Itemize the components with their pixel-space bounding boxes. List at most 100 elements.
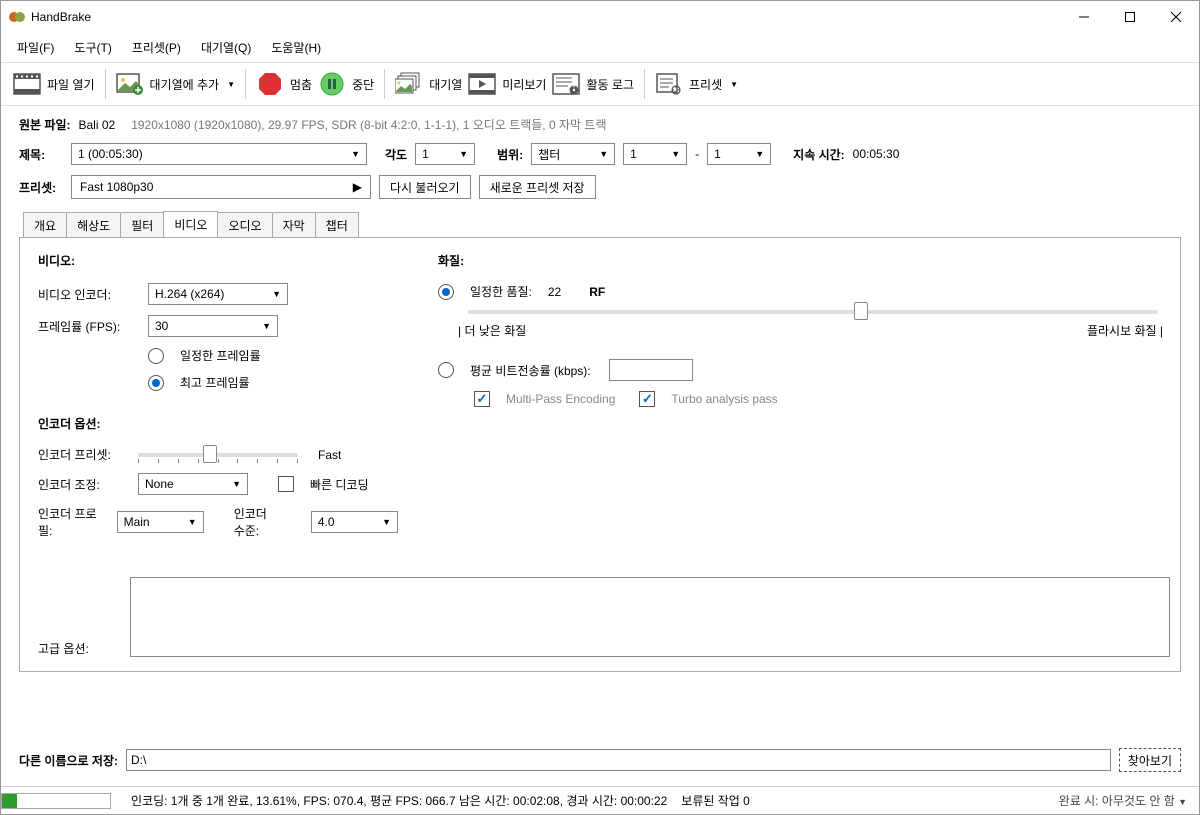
fastdecode-check[interactable] (278, 476, 294, 492)
angle-select[interactable]: 1▼ (415, 143, 475, 165)
save-preset-button[interactable]: 새로운 프리셋 저장 (479, 175, 596, 199)
close-button[interactable] (1153, 1, 1199, 33)
encoder-value: H.264 (x264) (155, 287, 224, 301)
fps-peak-label: 최고 프레임률 (180, 374, 250, 391)
minimize-button[interactable] (1061, 1, 1107, 33)
enclevel-select[interactable]: 4.0▼ (311, 511, 398, 533)
cq-radio[interactable] (438, 284, 454, 300)
tab-video[interactable]: 비디오 (163, 211, 218, 237)
source-info: 1920x1080 (1920x1080), 29.97 FPS, SDR (8… (131, 116, 606, 133)
tab-audio[interactable]: 오디오 (217, 212, 272, 238)
bitrate-input[interactable] (609, 359, 693, 381)
turbo-check[interactable]: ✓ (639, 391, 655, 407)
fps-label: 프레임률 (FPS): (38, 318, 138, 335)
app-title: HandBrake (31, 10, 91, 24)
encoder-label: 비디오 인코더: (38, 286, 138, 303)
bitrate-label: 평균 비트전송률 (kbps): (470, 362, 591, 379)
toolbar-addqueue[interactable]: 대기열에 추가 ▼ (116, 70, 236, 98)
encprofile-select[interactable]: Main▼ (117, 511, 204, 533)
tab-chapters[interactable]: 챕터 (315, 212, 359, 238)
fps-select[interactable]: 30▼ (148, 315, 278, 337)
tab-filters[interactable]: 필터 (120, 212, 164, 238)
toolbar-stop[interactable]: 멈춤 (256, 70, 312, 98)
cq-value: 22 (548, 285, 561, 299)
play-icon: ▶ (353, 180, 362, 194)
quality-slider[interactable] (468, 310, 1158, 314)
bitrate-radio[interactable] (438, 362, 454, 378)
turbo-label: Turbo analysis pass (671, 392, 777, 406)
toolbar-open-label: 파일 열기 (47, 76, 95, 93)
toolbar-preview[interactable]: 미리보기 (468, 70, 546, 98)
toolbar-sep (105, 69, 106, 99)
encpreset-label: 인코더 프리셋: (38, 446, 128, 463)
range-label: 범위: (497, 146, 523, 163)
toolbar-queue[interactable]: 대기열 (395, 70, 462, 98)
presets-icon (655, 70, 683, 98)
menu-queue[interactable]: 대기열(Q) (193, 35, 259, 60)
enclevel-value: 4.0 (318, 515, 335, 529)
preview-icon (468, 70, 496, 98)
browse-button[interactable]: 찾아보기 (1119, 748, 1181, 772)
reload-button[interactable]: 다시 불러오기 (379, 175, 471, 199)
range-from-select[interactable]: 1▼ (623, 143, 687, 165)
fps-constant-radio[interactable] (148, 348, 164, 364)
saveas-input[interactable] (126, 749, 1111, 771)
title-select[interactable]: 1 (00:05:30)▼ (71, 143, 367, 165)
toolbar-log[interactable]: 활동 로그 (552, 70, 634, 98)
preset-label: 프리셋: (19, 179, 63, 196)
fps-value: 30 (155, 319, 168, 333)
toolbar-sep (644, 69, 645, 99)
toolbar-open[interactable]: 파일 열기 (13, 70, 95, 98)
enctune-select[interactable]: None▼ (138, 473, 248, 495)
tab-dimensions[interactable]: 해상도 (66, 212, 121, 238)
toolbar: 파일 열기 대기열에 추가 ▼ 멈춤 중단 대기열 미리보기 (1, 63, 1199, 106)
maximize-button[interactable] (1107, 1, 1153, 33)
range-sep: - (695, 147, 699, 161)
preset-select[interactable]: Fast 1080p30 ▶ (71, 175, 371, 199)
status-encoding: 인코딩: 1개 중 1개 완료, 13.61%, FPS: 070.4, 평균 … (131, 792, 667, 809)
encoder-select[interactable]: H.264 (x264)▼ (148, 283, 288, 305)
log-icon (552, 70, 580, 98)
angle-label: 각도 (385, 146, 407, 163)
encpreset-slider[interactable] (138, 453, 298, 457)
dropdown-arrow-icon[interactable]: ▼ (227, 80, 235, 89)
status-queued: 보류된 작업 0 (681, 792, 750, 809)
range-to: 1 (714, 147, 721, 161)
menubar: 파일(F) 도구(T) 프리셋(P) 대기열(Q) 도움말(H) (1, 33, 1199, 63)
toolbar-presets[interactable]: 프리셋 ▼ (655, 70, 738, 98)
status-done[interactable]: 완료 시: 아무것도 안 함 ▼ (1059, 792, 1187, 809)
titlebar: HandBrake (1, 1, 1199, 33)
video-section-header: 비디오: (38, 252, 398, 269)
fps-constant-label: 일정한 프레임률 (180, 347, 261, 364)
dropdown-arrow-icon[interactable]: ▼ (730, 80, 738, 89)
advanced-textarea[interactable] (130, 577, 1170, 657)
title-value: 1 (00:05:30) (78, 147, 143, 161)
tabs: 개요 해상도 필터 비디오 오디오 자막 챕터 (19, 211, 1181, 237)
toolbar-preview-label: 미리보기 (502, 76, 546, 93)
fastdecode-label: 빠른 디코딩 (310, 476, 369, 493)
range-to-select[interactable]: 1▼ (707, 143, 771, 165)
pause-icon (318, 70, 346, 98)
menu-help[interactable]: 도움말(H) (263, 35, 329, 60)
toolbar-addqueue-label: 대기열에 추가 (150, 76, 220, 93)
range-type: 챕터 (538, 146, 560, 163)
range-type-select[interactable]: 챕터▼ (531, 143, 615, 165)
toolbar-queue-label: 대기열 (429, 76, 462, 93)
source-name: Bali 02 (79, 118, 116, 132)
range-from: 1 (630, 147, 637, 161)
menu-presets[interactable]: 프리셋(P) (124, 35, 189, 60)
toolbar-pause[interactable]: 중단 (318, 70, 374, 98)
stop-icon (256, 70, 284, 98)
toolbar-sep (384, 69, 385, 99)
fps-peak-radio[interactable] (148, 375, 164, 391)
advanced-label: 고급 옵션: (38, 640, 89, 657)
tab-summary[interactable]: 개요 (23, 212, 67, 238)
menu-tools[interactable]: 도구(T) (66, 35, 119, 60)
picture-add-icon (116, 70, 144, 98)
angle-value: 1 (422, 147, 429, 161)
duration-value: 00:05:30 (853, 147, 900, 161)
multipass-check[interactable]: ✓ (474, 391, 490, 407)
tab-subtitles[interactable]: 자막 (272, 212, 316, 238)
menu-file[interactable]: 파일(F) (9, 35, 62, 60)
encprofile-label: 인코더 프로필: (38, 505, 107, 539)
